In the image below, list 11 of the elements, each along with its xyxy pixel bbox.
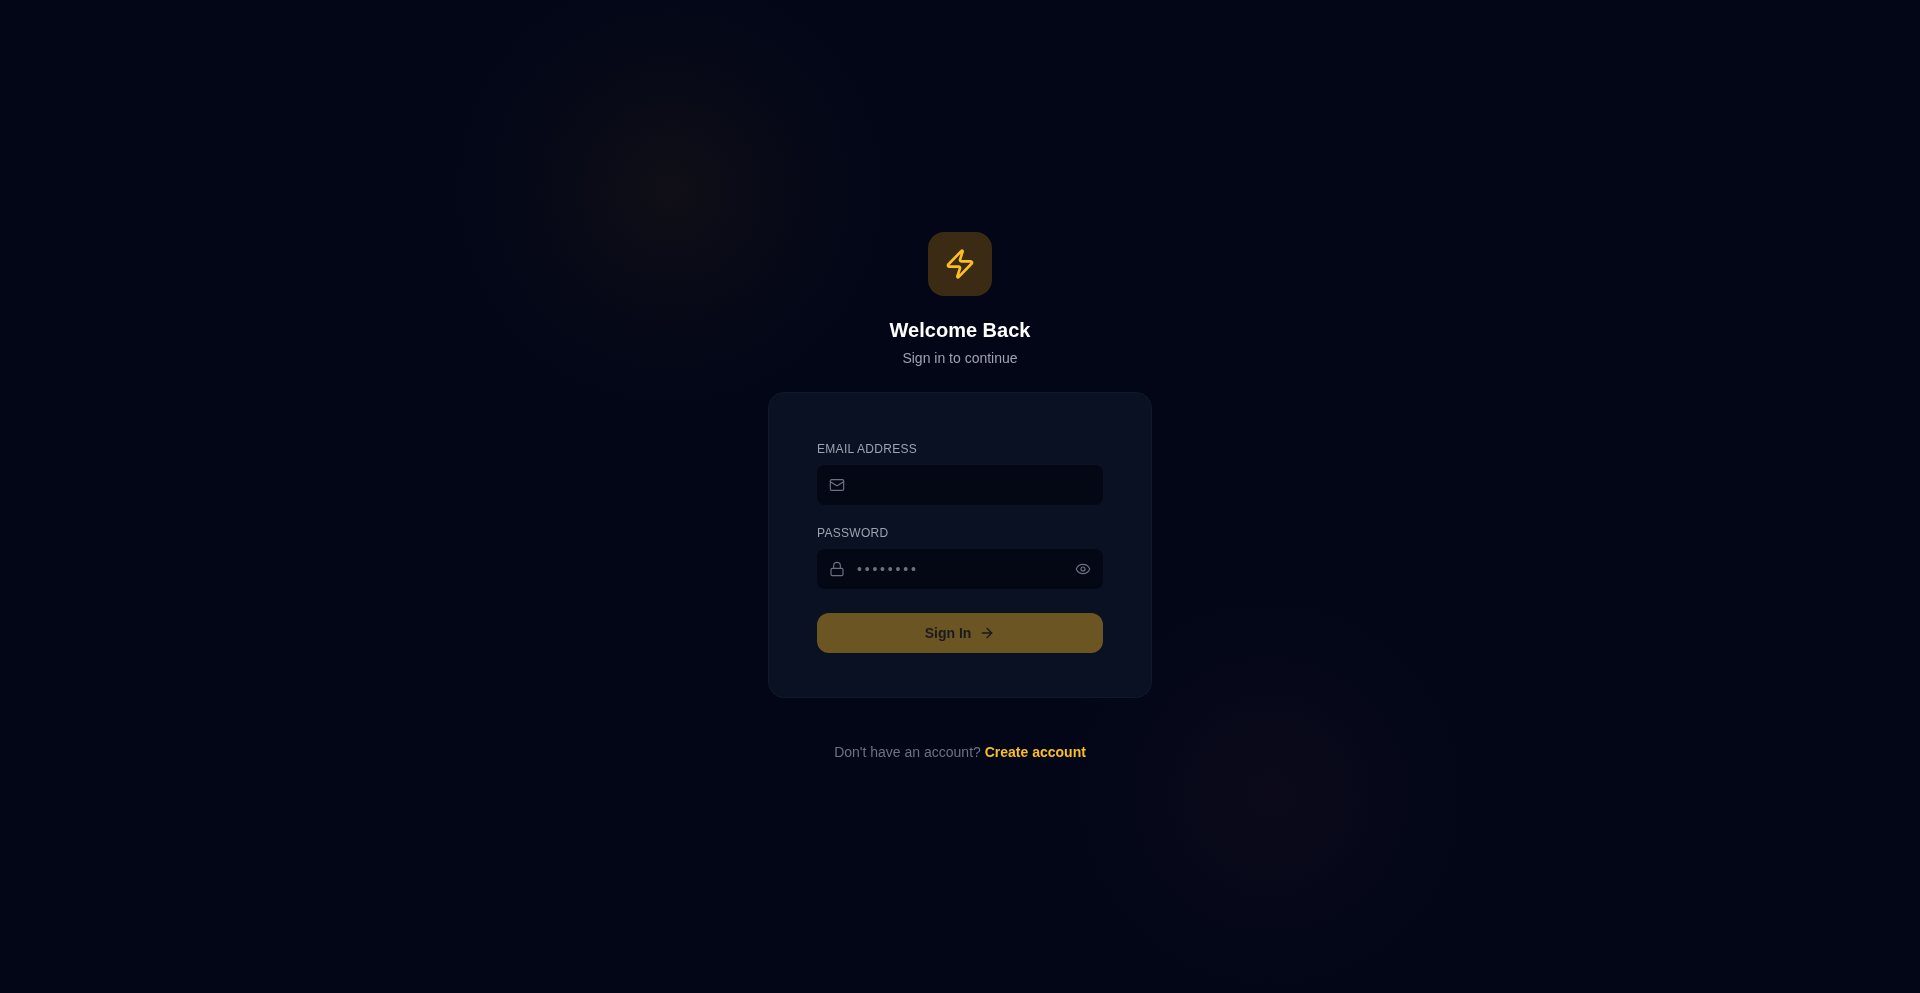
email-field[interactable]: [817, 464, 1103, 505]
field-label: EMAIL ADDRESS: [817, 440, 919, 457]
lock-icon: [829, 560, 845, 577]
field-label: PASSWORD: [817, 524, 890, 541]
welcome-title: Welcome Back: [889, 317, 1031, 343]
create-account-link[interactable]: Create account: [984, 743, 1086, 760]
welcome-subtitle: Sign in to continue: [902, 348, 1018, 368]
mail-icon: [829, 476, 845, 493]
password-field[interactable]: ••••••••: [817, 548, 1103, 589]
bolt-logo-icon: [928, 231, 992, 296]
signup-prompt: Don't have an account? Create account: [834, 742, 1086, 762]
